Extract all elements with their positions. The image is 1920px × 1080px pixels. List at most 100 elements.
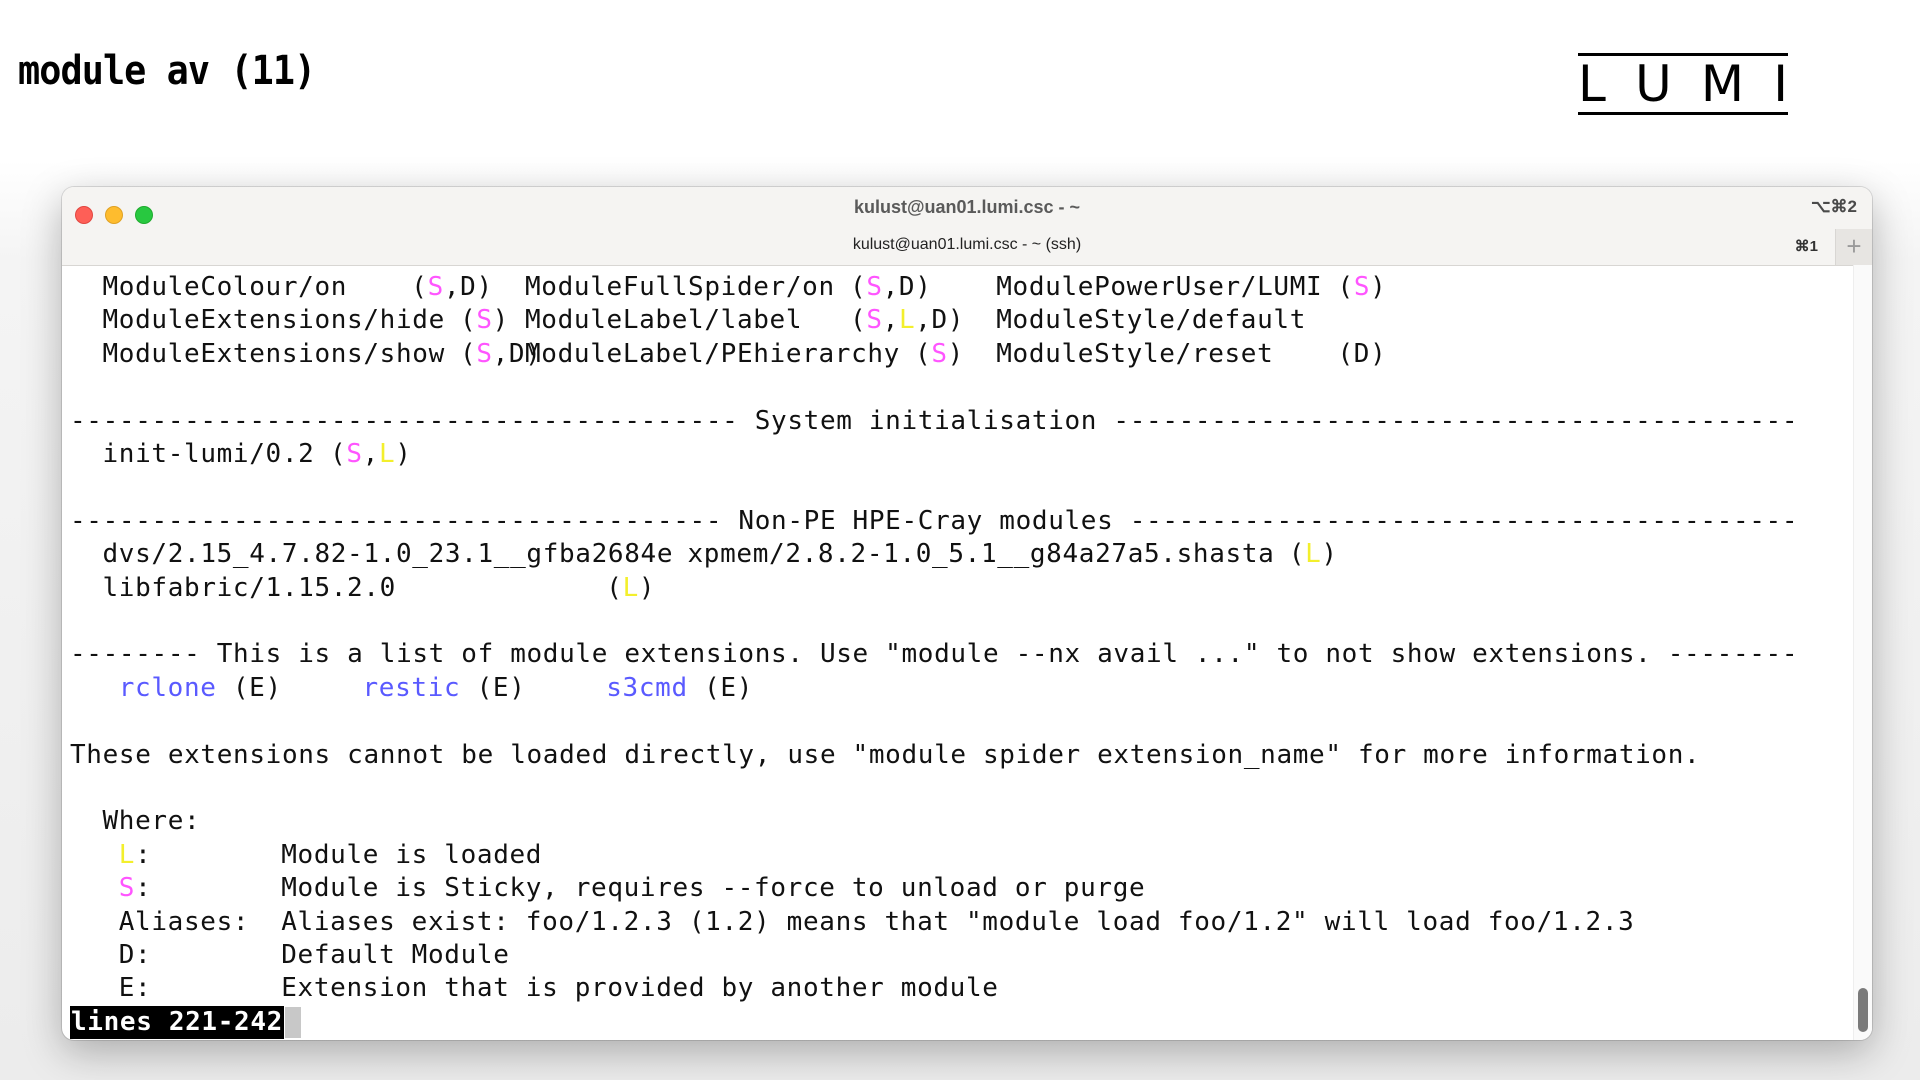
flag-text: , xyxy=(362,439,379,469)
terminal-text: -------- This is a list of module extens… xyxy=(70,639,1799,670)
terminal-line: Aliases: Aliases exist: foo/1.2.3 (1.2) m… xyxy=(70,906,1850,939)
terminal-text: Where: xyxy=(102,806,201,837)
flag-text: ( xyxy=(915,338,932,369)
flag-text: (E) xyxy=(216,672,282,703)
lumi-logo: L U M I xyxy=(1578,53,1788,115)
logo-letter: I xyxy=(1773,55,1788,113)
terminal-line: -------- This is a list of module extens… xyxy=(70,638,1850,671)
flag-text: ) xyxy=(395,439,412,469)
terminal-flags: (S) xyxy=(915,338,964,371)
terminal-output[interactable]: ModuleColour/on (S,D) ModuleFullSpider/on(… xyxy=(70,269,1850,1039)
logo-letter: U xyxy=(1635,55,1672,113)
terminal-text: Module is Sticky, requires --force to un… xyxy=(281,873,1146,904)
tab-bar: kulust@uan01.lumi.csc - ~ (ssh) ⌘1 + xyxy=(62,229,1872,265)
terminal-text: ModuleStyle/default xyxy=(996,305,1307,336)
terminal-line: L: Module is loaded xyxy=(70,839,1850,872)
sticky-flag: S xyxy=(866,305,883,336)
flag-text: ( xyxy=(1288,539,1306,570)
flag-text: ) xyxy=(1370,272,1387,302)
terminal-line: ModuleExtensions/show (S,D) ModuleLabel/PE… xyxy=(70,338,1850,371)
flag-text: : xyxy=(135,839,152,870)
sticky-flag: S xyxy=(1353,272,1371,302)
loaded-flag: L xyxy=(898,305,916,336)
title-bar[interactable]: kulust@uan01.lumi.csc - ~ ⌥⌘2 kulust@uan… xyxy=(62,187,1872,266)
terminal-text: ----------------------------------------… xyxy=(70,405,1799,436)
sticky-flag: S xyxy=(476,338,493,369)
terminal-line: D: Default Module xyxy=(70,939,1850,972)
terminal-text: D: xyxy=(118,940,152,970)
window-title: kulust@uan01.lumi.csc - ~ xyxy=(853,197,1081,217)
terminal-text: E: xyxy=(118,973,152,1004)
terminal-flags: L: xyxy=(119,839,152,872)
flag-text: (E) xyxy=(460,672,526,703)
tab-shortcut: ⌘1 xyxy=(1794,238,1818,255)
terminal-line: ----------------------------------------… xyxy=(70,505,1850,538)
terminal-text: ----------------------------------------… xyxy=(70,505,1799,536)
logo-letter: M xyxy=(1700,55,1745,113)
terminal-text: xpmem/2.8.2-1.0_5.1__g84a27a5.shasta xyxy=(687,539,1275,570)
extension-name: s3cmd xyxy=(606,672,688,703)
terminal-flags: s3cmd (E) xyxy=(606,672,753,705)
sticky-flag: S xyxy=(118,873,136,904)
flag-text: ( xyxy=(606,572,623,603)
terminal-flags: (L) xyxy=(606,572,655,605)
scrollbar-thumb[interactable] xyxy=(1858,988,1868,1032)
tab-ssh[interactable]: kulust@uan01.lumi.csc - ~ (ssh) xyxy=(62,236,1872,254)
new-tab-button[interactable]: + xyxy=(1835,229,1872,265)
terminal-text: libfabric/1.15.2.0 xyxy=(102,572,396,603)
flag-text: ) xyxy=(638,572,656,603)
sticky-flag: S xyxy=(476,305,493,336)
terminal-text: Aliases: xyxy=(118,906,250,937)
terminal-line: rclone (E) restic (E) s3cmd (E) xyxy=(70,672,1850,705)
terminal-line: E: Extension that is provided by another … xyxy=(70,972,1850,1005)
terminal-line: dvs/2.15_4.7.82-1.0_23.1__gfba2684e xpmem… xyxy=(70,538,1850,571)
flag-text: ) xyxy=(947,338,964,369)
text-cursor xyxy=(285,1006,302,1038)
terminal-line: These extensions cannot be loaded direct… xyxy=(70,739,1850,772)
terminal-text: ModuleExtensions/show xyxy=(102,338,445,369)
sticky-flag: S xyxy=(931,338,948,369)
terminal-text: ModuleExtensions/hide xyxy=(102,305,445,336)
flag-text: ( xyxy=(850,305,867,336)
terminal-flags: (L) xyxy=(1289,538,1338,571)
flag-text: , xyxy=(882,305,899,336)
flag-text: : xyxy=(135,873,152,904)
flag-text: ( xyxy=(330,439,347,469)
terminal-text: These extensions cannot be loaded direct… xyxy=(70,739,1701,770)
terminal-flags: (S) xyxy=(460,304,509,337)
terminal-line: libfabric/1.15.2.0 (L) xyxy=(70,572,1850,605)
flag-text: ,D) xyxy=(443,272,493,302)
terminal-flags: S: xyxy=(119,872,152,905)
flag-text: (E) xyxy=(687,672,753,703)
terminal-text: (D) xyxy=(1337,338,1387,369)
terminal-flags: (S,D) xyxy=(411,271,493,304)
extension-name: restic xyxy=(362,672,461,703)
window-shortcut: ⌥⌘2 xyxy=(1810,197,1857,216)
flag-text: ) xyxy=(1321,539,1338,570)
scrollbar-track[interactable] xyxy=(1853,265,1872,1040)
terminal-flags: (S,D) xyxy=(850,271,932,304)
sticky-flag: S xyxy=(427,272,444,302)
flag-text: ,D) xyxy=(915,305,965,336)
flag-text: ) xyxy=(492,305,509,336)
terminal-text: init-lumi/0.2 xyxy=(102,439,315,469)
terminal-line: ----------------------------------------… xyxy=(70,405,1850,438)
terminal-flags: (S,L,D) xyxy=(850,304,964,337)
pager-status: lines 221-242 xyxy=(70,1005,284,1039)
terminal-text: Default Module xyxy=(281,940,510,970)
flag-text: ( xyxy=(1337,272,1354,302)
flag-text: ( xyxy=(411,272,428,302)
terminal-text: Aliases exist: foo/1.2.3 (1.2) means tha… xyxy=(281,906,1635,937)
logo-letter: L xyxy=(1578,55,1606,113)
terminal-text: Module is loaded xyxy=(281,839,543,870)
terminal-flags: rclone (E) xyxy=(119,672,282,705)
terminal-line: ModuleExtensions/hide (S) ModuleLabel/labe… xyxy=(70,304,1850,337)
terminal-text: ModuleStyle/reset xyxy=(996,338,1274,369)
terminal-window: kulust@uan01.lumi.csc - ~ ⌥⌘2 kulust@uan… xyxy=(62,187,1872,1040)
loaded-flag: L xyxy=(378,439,396,469)
